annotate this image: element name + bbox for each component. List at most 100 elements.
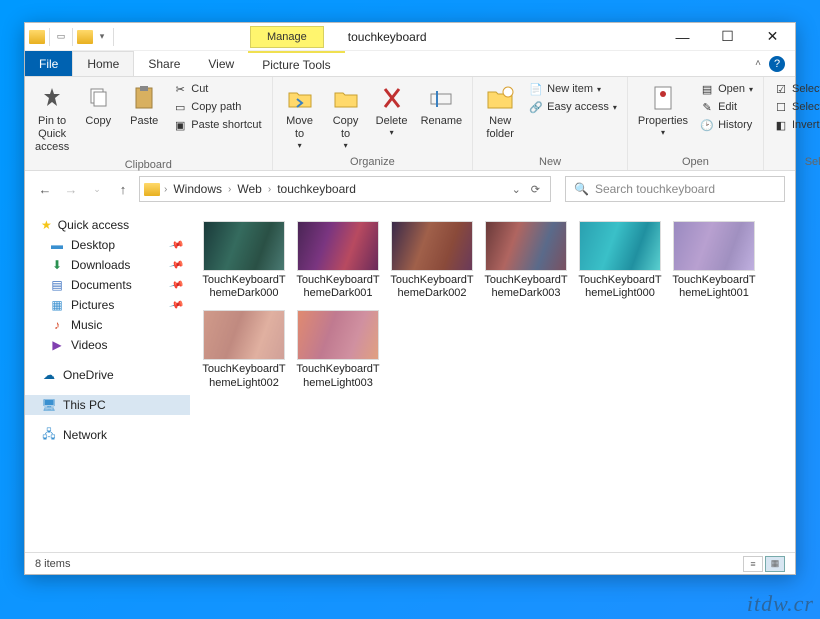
new-folder-button[interactable]: New folder [479, 81, 521, 143]
downloads-icon: ⬇ [49, 258, 65, 272]
sidebar-onedrive[interactable]: ☁OneDrive [25, 365, 190, 385]
move-to-button[interactable]: Move to▾ [279, 81, 321, 153]
file-item[interactable]: TouchKeyboardThemeLight003 [292, 308, 384, 391]
close-button[interactable]: ✕ [750, 23, 795, 51]
crumb-windows[interactable]: Windows [171, 182, 224, 196]
sidebar-network[interactable]: 🖧Network [25, 425, 190, 445]
file-item[interactable]: TouchKeyboardThemeDark003 [480, 219, 572, 302]
folder-icon[interactable] [29, 30, 45, 44]
open-icon: ▤ [700, 82, 714, 96]
new-folder-icon [485, 83, 515, 113]
refresh-icon[interactable]: ⟳ [531, 183, 540, 196]
file-thumbnail [203, 221, 285, 271]
file-thumbnail [579, 221, 661, 271]
cut-button[interactable]: ✂Cut [169, 81, 265, 97]
crumb-touchkeyboard[interactable]: touchkeyboard [275, 182, 358, 196]
copy-path-button[interactable]: ▭Copy path [169, 99, 265, 115]
file-name: TouchKeyboardThemeLight002 [200, 363, 288, 389]
tab-file[interactable]: File [25, 51, 72, 76]
copy-icon [83, 83, 113, 113]
file-item[interactable]: TouchKeyboardThemeLight001 [668, 219, 760, 302]
this-pc-icon: 🖥 [41, 398, 57, 412]
sidebar-downloads[interactable]: ⬇Downloads📌 [25, 255, 190, 275]
file-name: TouchKeyboardThemeDark000 [200, 274, 288, 300]
pictures-icon: ▦ [49, 298, 65, 312]
qat-dropdown-icon[interactable]: ▾ [95, 30, 109, 44]
sidebar-documents[interactable]: ▤Documents📌 [25, 275, 190, 295]
file-item[interactable]: TouchKeyboardThemeDark002 [386, 219, 478, 302]
titlebar: ▭ ▾ Manage touchkeyboard — ☐ ✕ [25, 23, 795, 51]
collapse-ribbon-icon[interactable]: ˄ [755, 58, 761, 69]
file-grid: TouchKeyboardThemeDark000TouchKeyboardTh… [190, 207, 795, 552]
file-thumbnail [297, 310, 379, 360]
file-item[interactable]: TouchKeyboardThemeLight002 [198, 308, 290, 391]
sidebar-videos[interactable]: ▶Videos [25, 335, 190, 355]
file-item[interactable]: TouchKeyboardThemeDark001 [292, 219, 384, 302]
address-bar[interactable]: › Windows › Web › touchkeyboard ⌄ ⟳ [139, 176, 551, 202]
edit-button[interactable]: ✎Edit [696, 99, 757, 115]
properties-button[interactable]: Properties▾ [634, 81, 692, 140]
address-dropdown-icon[interactable]: ⌄ [512, 183, 521, 196]
tab-view[interactable]: View [194, 51, 248, 76]
search-input[interactable]: 🔍 Search touchkeyboard [565, 176, 785, 202]
paste-icon [129, 83, 159, 113]
paste-shortcut-button[interactable]: ▣Paste shortcut [169, 117, 265, 133]
copy-path-icon: ▭ [173, 100, 187, 114]
group-clipboard-label: Clipboard [31, 157, 266, 171]
properties-icon[interactable]: ▭ [54, 30, 68, 44]
sidebar-pictures[interactable]: ▦Pictures📌 [25, 295, 190, 315]
up-button[interactable]: ↑ [113, 179, 133, 199]
maximize-button[interactable]: ☐ [705, 23, 750, 51]
thumbnail-view-button[interactable]: ▦ [765, 556, 785, 572]
watermark: itdw.cr [747, 591, 814, 617]
tab-picture-tools[interactable]: Picture Tools [248, 51, 344, 76]
crumb-web[interactable]: Web [235, 182, 263, 196]
properties-icon [648, 83, 678, 113]
rename-button[interactable]: Rename [417, 81, 467, 130]
search-icon: 🔍 [574, 182, 589, 196]
file-name: TouchKeyboardThemeLight000 [576, 274, 664, 300]
group-select-label: Select [770, 154, 820, 168]
copy-button[interactable]: Copy [77, 81, 119, 130]
nav-row: ← → ⌄ ↑ › Windows › Web › touchkeyboard … [25, 171, 795, 207]
sidebar-music[interactable]: ♪Music [25, 315, 190, 335]
sidebar-desktop[interactable]: ▬Desktop📌 [25, 235, 190, 255]
history-button[interactable]: 🕑History [696, 117, 757, 133]
select-all-icon: ☑ [774, 82, 788, 96]
forward-button[interactable]: → [61, 179, 81, 199]
rename-icon [426, 83, 456, 113]
select-all-button[interactable]: ☑Select all [770, 81, 820, 97]
manage-tab[interactable]: Manage [250, 26, 324, 48]
folder-open-icon[interactable] [77, 30, 93, 44]
file-thumbnail [673, 221, 755, 271]
paste-button[interactable]: Paste [123, 81, 165, 130]
explorer-window: ▭ ▾ Manage touchkeyboard — ☐ ✕ File Home… [24, 22, 796, 575]
pin-quick-access-button[interactable]: Pin to Quick access [31, 81, 73, 157]
open-button[interactable]: ▤Open ▾ [696, 81, 757, 97]
tab-share[interactable]: Share [134, 51, 194, 76]
easy-access-button[interactable]: 🔗Easy access ▾ [525, 99, 621, 115]
minimize-button[interactable]: — [660, 23, 705, 51]
back-button[interactable]: ← [35, 179, 55, 199]
delete-button[interactable]: Delete▾ [371, 81, 413, 140]
sidebar-quick-access[interactable]: ★Quick access [25, 215, 190, 235]
recent-dropdown[interactable]: ⌄ [87, 179, 107, 199]
copy-to-button[interactable]: Copy to▾ [325, 81, 367, 153]
group-new-label: New [479, 154, 621, 168]
file-name: TouchKeyboardThemeDark003 [482, 274, 570, 300]
file-name: TouchKeyboardThemeLight003 [294, 363, 382, 389]
window-title: touchkeyboard [348, 30, 427, 44]
file-item[interactable]: TouchKeyboardThemeLight000 [574, 219, 666, 302]
tab-home[interactable]: Home [72, 51, 134, 76]
details-view-button[interactable]: ≡ [743, 556, 763, 572]
file-item[interactable]: TouchKeyboardThemeDark000 [198, 219, 290, 302]
file-name: TouchKeyboardThemeLight001 [670, 274, 758, 300]
select-none-button[interactable]: ☐Select none [770, 99, 820, 115]
help-icon[interactable]: ? [769, 56, 785, 72]
invert-selection-button[interactable]: ◧Invert selection [770, 117, 820, 133]
new-item-button[interactable]: 📄New item ▾ [525, 81, 621, 97]
sidebar-this-pc[interactable]: 🖥This PC [25, 395, 190, 415]
history-icon: 🕑 [700, 118, 714, 132]
onedrive-icon: ☁ [41, 368, 57, 382]
sidebar: ★Quick access ▬Desktop📌 ⬇Downloads📌 ▤Doc… [25, 207, 190, 552]
